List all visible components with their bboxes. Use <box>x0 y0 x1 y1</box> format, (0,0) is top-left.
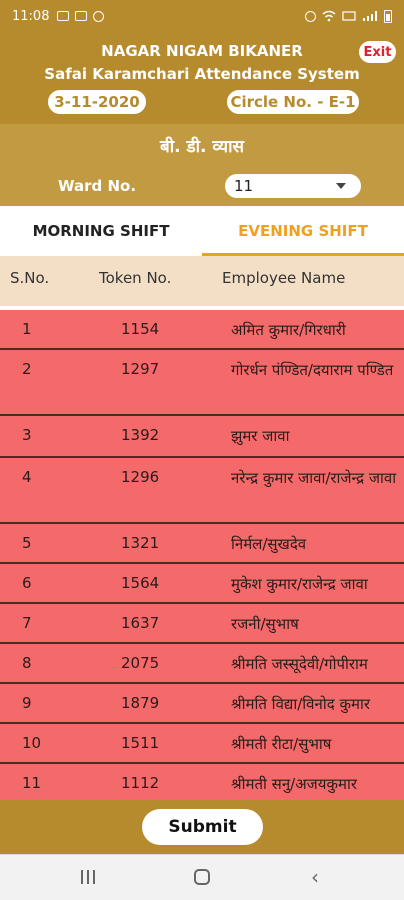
column-header-name: Employee Name <box>222 269 346 287</box>
battery-icon <box>384 9 392 23</box>
table-header: S.No. Token No. Employee Name <box>0 256 404 306</box>
row-employee-name: श्रीमती सनु/अजयकुमार <box>231 775 357 793</box>
row-sno: 9 <box>22 694 32 712</box>
row-sno: 3 <box>22 426 32 444</box>
row-sno: 4 <box>22 468 32 486</box>
row-employee-name: निर्मल/सुखदेव <box>231 535 307 553</box>
row-token: 1879 <box>121 694 160 712</box>
row-employee-name: अमित कुमार/गिरधारी <box>231 321 346 339</box>
system-nav-bar: ‹ <box>0 854 404 900</box>
circle-badge: Circle No. - E-1 <box>227 90 359 114</box>
ward-select-value: 11 <box>234 177 254 195</box>
alarm-icon <box>305 10 316 22</box>
submit-button[interactable]: Submit <box>142 809 263 845</box>
row-token: 1296 <box>121 468 160 486</box>
back-icon[interactable]: ‹ <box>311 865 319 889</box>
table-row[interactable]: 8 2075 श्रीमति जस्सूदेवी/गोपीराम <box>0 644 404 684</box>
column-header-sno: S.No. <box>10 269 50 287</box>
shift-tabs: MORNING SHIFT EVENING SHIFT <box>0 206 404 256</box>
signal-icon <box>363 11 377 21</box>
recent-apps-icon[interactable] <box>81 870 95 884</box>
status-bar: 11:08 <box>0 0 404 32</box>
table-row[interactable]: 9 1879 श्रीमति विद्या/विनोद कुमार <box>0 684 404 724</box>
row-sno: 6 <box>22 574 32 592</box>
row-employee-name: मुकेश कुमार/राजेन्द्र जावा <box>231 575 368 593</box>
volte-icon <box>342 11 356 21</box>
row-token: 1112 <box>121 774 160 792</box>
row-employee-name: रजनी/सुभाष <box>231 615 299 633</box>
table-row[interactable]: 2 1297 गोरर्धन पंण्डित/दयाराम पण्डित <box>0 350 404 416</box>
row-token: 1564 <box>121 574 160 592</box>
row-sno: 2 <box>22 360 32 378</box>
row-sno: 10 <box>22 734 42 752</box>
row-token: 1392 <box>121 426 160 444</box>
status-left-icons <box>57 10 105 22</box>
tab-evening-shift[interactable]: EVENING SHIFT <box>202 206 404 256</box>
table-row[interactable]: 10 1511 श्रीमती रीटा/सुभाष <box>0 724 404 764</box>
row-token: 1154 <box>121 320 160 338</box>
row-sno: 7 <box>22 614 32 632</box>
employee-list: 1 1154 अमित कुमार/गिरधारी 2 1297 गोरर्धन… <box>0 310 404 800</box>
table-row[interactable]: 11 1112 श्रीमती सनु/अजयकुमार <box>0 764 404 800</box>
ward-label: Ward No. <box>58 177 137 195</box>
table-row[interactable]: 4 1296 नरेन्द्र कुमार जावा/राजेन्द्र जाव… <box>0 458 404 524</box>
wifi-icon <box>322 10 336 22</box>
table-row[interactable]: 1 1154 अमित कुमार/गिरधारी <box>0 310 404 350</box>
table-row[interactable]: 3 1392 झुमर जावा <box>0 416 404 458</box>
row-sno: 1 <box>22 320 32 338</box>
chevron-down-icon <box>336 183 346 189</box>
row-token: 1297 <box>121 360 160 378</box>
org-name: NAGAR NIGAM BIKANER <box>101 42 303 60</box>
circle-icon <box>93 10 105 22</box>
row-employee-name: श्रीमति जस्सूदेवी/गोपीराम <box>231 655 368 673</box>
row-sno: 8 <box>22 654 32 672</box>
column-header-token: Token No. <box>99 269 172 287</box>
row-sno: 11 <box>22 774 42 792</box>
table-row[interactable]: 7 1637 रजनी/सुभाष <box>0 604 404 644</box>
row-employee-name: श्रीमति विद्या/विनोद कुमार <box>231 695 370 713</box>
tab-morning-shift[interactable]: MORNING SHIFT <box>0 206 202 256</box>
image-icon <box>57 11 70 21</box>
row-token: 1511 <box>121 734 160 752</box>
gallery-icon <box>75 11 88 21</box>
app-header: NAGAR NIGAM BIKANER Safai Karamchari Att… <box>0 32 404 124</box>
system-name: Safai Karamchari Attendance System <box>44 65 360 83</box>
ward-select[interactable]: 11 <box>225 174 361 198</box>
table-row[interactable]: 5 1321 निर्मल/सुखदेव <box>0 524 404 564</box>
status-time: 11:08 <box>12 8 50 24</box>
row-sno: 5 <box>22 534 32 552</box>
row-token: 1321 <box>121 534 160 552</box>
status-right-icons <box>305 9 392 23</box>
row-employee-name: झुमर जावा <box>231 427 290 445</box>
row-employee-name: श्रीमती रीटा/सुभाष <box>231 735 332 753</box>
row-token: 1637 <box>121 614 160 632</box>
ward-row: Ward No. 11 <box>0 166 404 206</box>
date-badge: 3-11-2020 <box>48 90 146 114</box>
row-employee-name: गोरर्धन पंण्डित/दयाराम पण्डित <box>231 361 394 379</box>
footer-bar: Submit <box>0 800 404 854</box>
row-token: 2075 <box>121 654 160 672</box>
row-employee-name: नरेन्द्र कुमार जावा/राजेन्द्र जावा <box>231 469 397 487</box>
home-icon[interactable] <box>194 869 210 885</box>
table-row[interactable]: 6 1564 मुकेश कुमार/राजेन्द्र जावा <box>0 564 404 604</box>
exit-button[interactable]: Exit <box>359 41 396 63</box>
officer-name: बी. डी. व्यास <box>0 124 404 166</box>
